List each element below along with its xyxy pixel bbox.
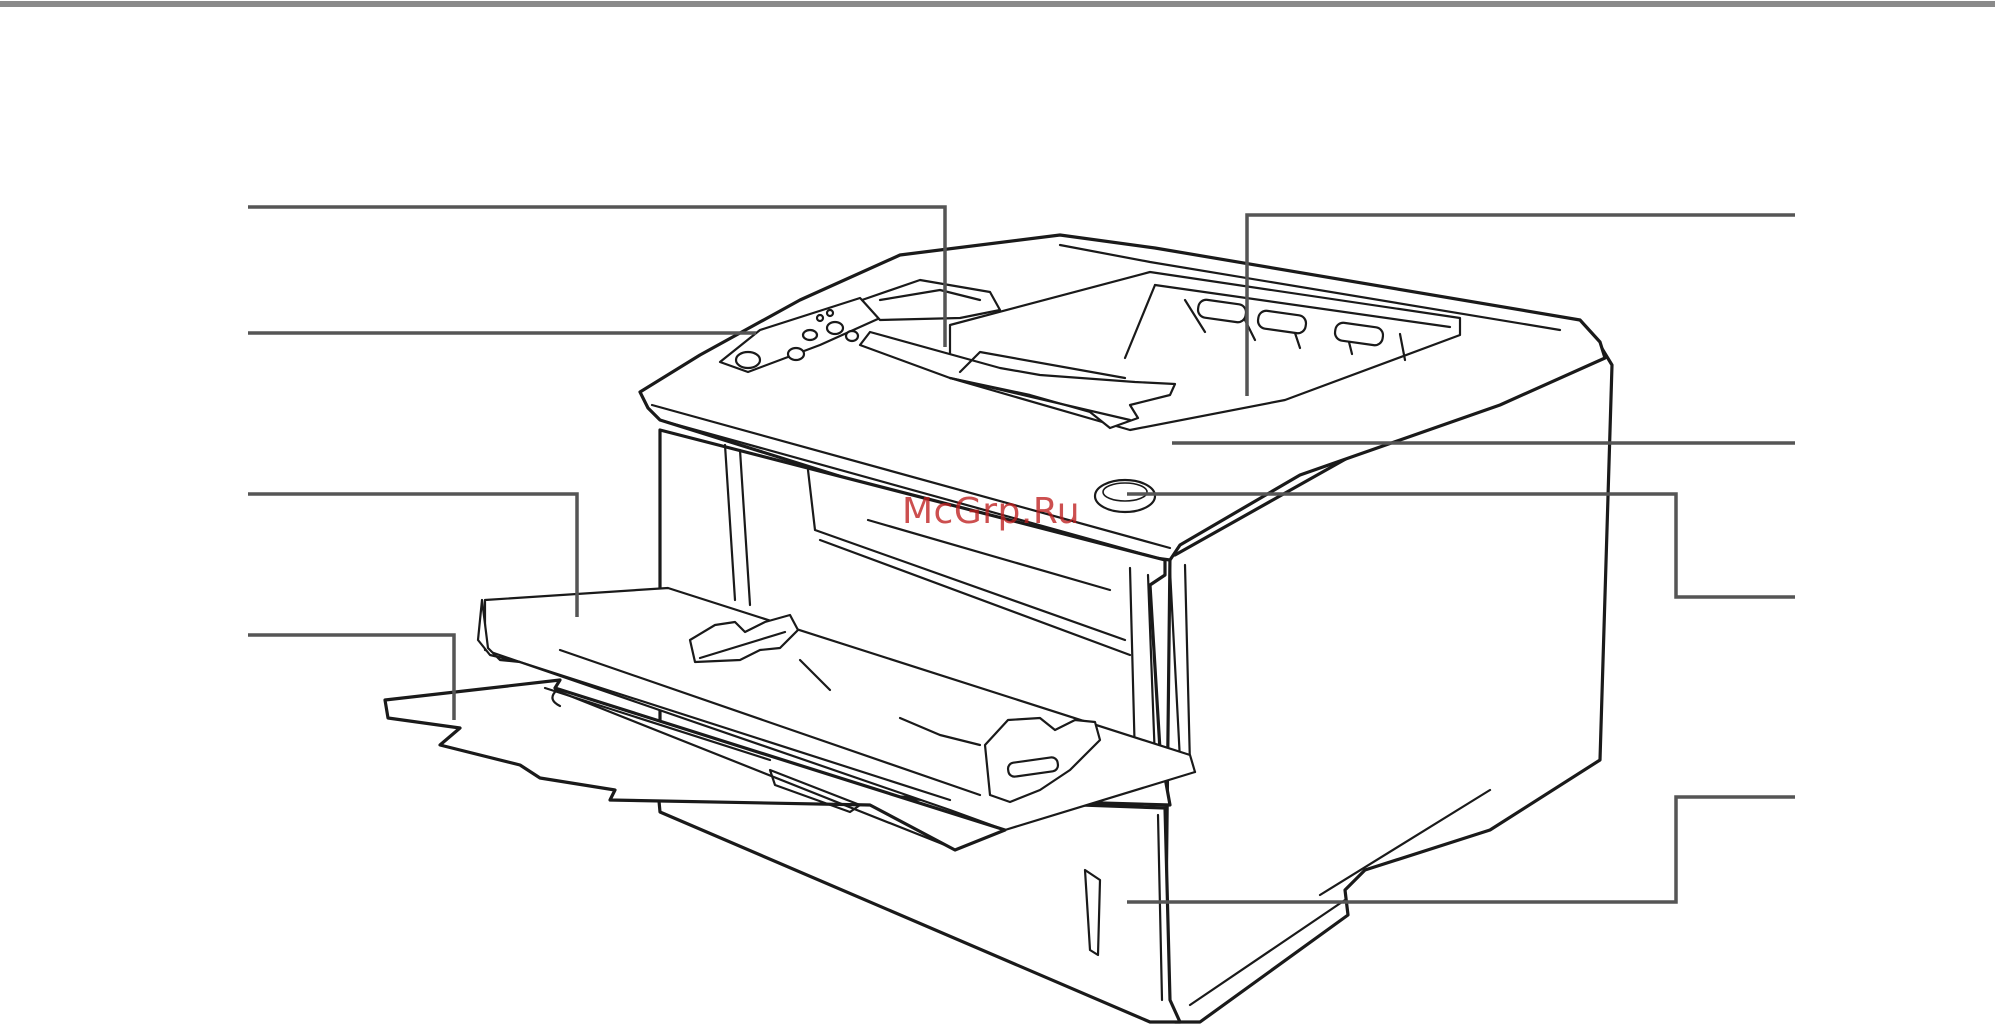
- panel-button-5: [844, 329, 860, 343]
- panel-button-2: [786, 346, 806, 362]
- front-cover-release-button: [1093, 478, 1157, 514]
- printer-illustration: [383, 233, 1614, 1024]
- watermark-text: McGrp.Ru: [902, 491, 1081, 532]
- panel-button-1: [734, 350, 762, 370]
- panel-button-4: [825, 320, 845, 336]
- panel-button-3: [801, 328, 819, 342]
